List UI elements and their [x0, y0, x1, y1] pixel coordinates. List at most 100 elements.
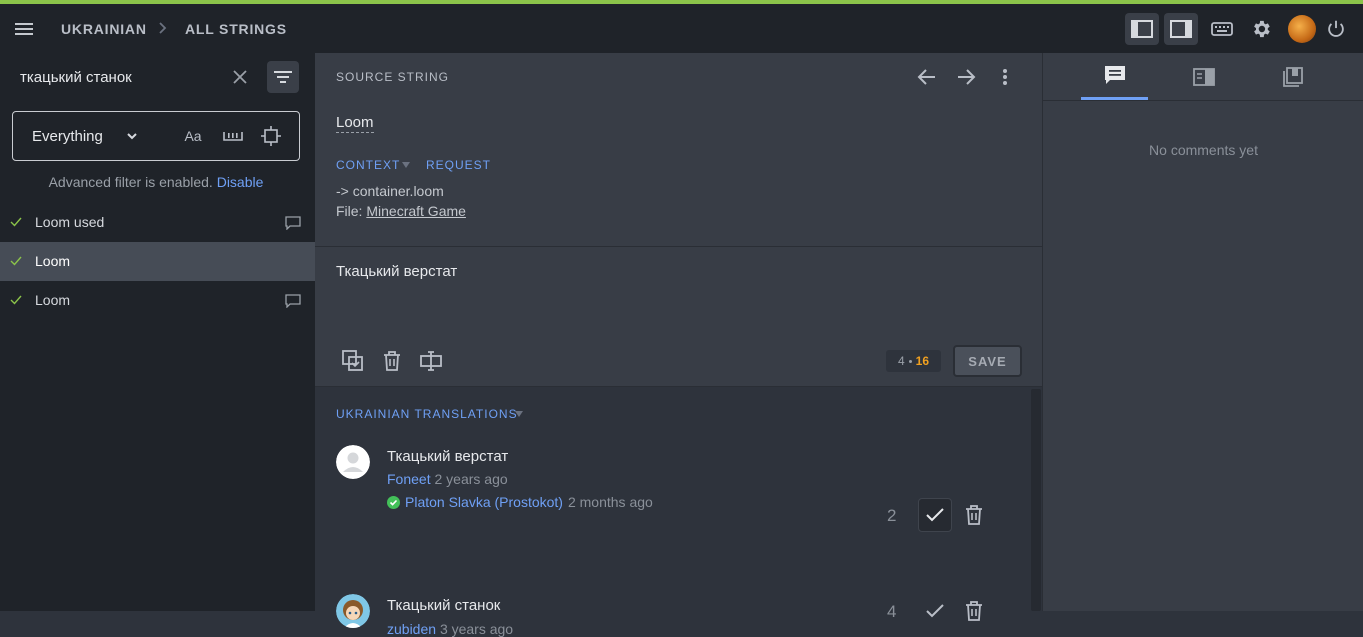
file-label: File: — [336, 203, 363, 219]
check-icon — [10, 254, 22, 266]
translation-input[interactable]: Ткацький верстат — [336, 263, 457, 280]
default-user-icon — [336, 445, 370, 479]
string-key: -> container.loom — [336, 183, 444, 199]
user-avatar-image — [336, 594, 370, 628]
tab-glossary[interactable] — [1170, 53, 1237, 100]
check-icon — [10, 293, 22, 305]
editor: SOURCE STRING Loom CONTEXT REQUEST -> co… — [315, 53, 1042, 637]
check-icon — [926, 508, 944, 522]
source-string-text: Loom — [336, 114, 374, 133]
keyboard-shortcuts-button[interactable] — [1205, 13, 1239, 45]
sidebar: ткацький станок Everything Aa Advanced f… — [0, 53, 315, 611]
tabs-divider — [1043, 100, 1363, 101]
arrow-left-icon[interactable] — [916, 67, 938, 87]
request-context-link[interactable]: REQUEST — [426, 158, 491, 172]
gear-icon — [1254, 20, 1270, 38]
match-case-button[interactable]: Aa — [181, 125, 205, 147]
breadcrumb-language[interactable]: UKRAINIAN — [61, 21, 147, 37]
more-vertical-icon[interactable] — [995, 67, 1017, 87]
filter-panel: Everything Aa — [12, 111, 300, 161]
caret-down-icon[interactable] — [515, 411, 523, 417]
comments-icon — [1104, 66, 1125, 84]
advanced-filter-text: Advanced filter is enabled. — [48, 174, 213, 190]
copy-source-icon[interactable] — [342, 350, 364, 372]
source-string-heading: SOURCE STRING — [336, 70, 450, 84]
breadcrumb-resource[interactable]: ALL STRINGS — [185, 21, 287, 37]
right-panel-icon — [1170, 20, 1192, 38]
translation-author: zubiden 3 years ago — [387, 621, 513, 637]
vote-count: 4 — [887, 602, 897, 621]
translations-history: UKRAINIAN TRANSLATIONS Ткацький верстат … — [315, 387, 1042, 637]
search-input[interactable]: ткацький станок — [20, 69, 132, 86]
settings-button[interactable] — [1244, 13, 1278, 45]
scrollbar-thumb[interactable] — [1031, 389, 1041, 611]
string-list-item-label: Loom — [35, 292, 71, 308]
trash-icon[interactable] — [381, 350, 403, 372]
side-panel: No comments yet — [1042, 53, 1363, 611]
vote-count: 2 — [887, 506, 897, 525]
tab-comments[interactable] — [1081, 53, 1148, 100]
author-link[interactable]: zubiden — [387, 621, 436, 637]
avatar — [336, 445, 370, 479]
author-link[interactable]: Foneet — [387, 471, 431, 487]
check-icon — [10, 215, 22, 227]
text-cursor-icon[interactable] — [420, 350, 442, 372]
tab-other-languages[interactable] — [1259, 53, 1326, 100]
string-list-item[interactable]: Loom — [0, 281, 315, 320]
trash-icon[interactable] — [963, 600, 985, 622]
filter-toggle-button[interactable] — [267, 61, 299, 93]
advanced-filter-notice: Advanced filter is enabled. Disable — [0, 174, 312, 190]
library-icon — [1282, 66, 1303, 87]
chevron-right-icon — [156, 20, 170, 36]
author-time: 3 years ago — [439, 621, 514, 637]
approve-button[interactable] — [918, 594, 952, 628]
disable-filter-link[interactable]: Disable — [217, 174, 264, 190]
glossary-icon — [1192, 67, 1215, 86]
left-panel-toggle-button[interactable] — [1125, 13, 1159, 45]
source-string-panel: SOURCE STRING Loom CONTEXT REQUEST -> co… — [315, 53, 1042, 247]
left-panel-icon — [1131, 20, 1153, 38]
counter-current: 4 — [897, 354, 905, 368]
menu-icon[interactable] — [12, 17, 36, 41]
save-button[interactable]: SAVE — [953, 345, 1022, 377]
approval-info: Platon Slavka (Prostokot) 2 months ago — [387, 494, 653, 510]
file-link[interactable]: Minecraft Game — [366, 203, 466, 219]
status-filter-select[interactable]: Everything — [32, 128, 103, 145]
string-file: File: Minecraft Game — [336, 203, 466, 219]
close-icon[interactable] — [230, 67, 250, 87]
whole-word-icon — [223, 132, 243, 141]
approval-time: 2 months ago — [567, 494, 653, 510]
translation-suggestion-text: Ткацький верстат — [387, 448, 509, 465]
user-avatar[interactable] — [1288, 15, 1316, 43]
sign-out-button[interactable] — [1319, 13, 1353, 45]
chevron-down-icon[interactable] — [125, 129, 139, 143]
empty-comments-text: No comments yet — [1149, 142, 1258, 158]
author-time: 2 years ago — [434, 471, 508, 487]
counter-max: 16 — [915, 354, 930, 368]
caret-down-icon[interactable] — [402, 162, 410, 168]
translation-editor: Ткацький верстат 4 16 SAVE — [315, 248, 1042, 387]
power-icon — [1328, 20, 1344, 37]
string-list-item-label: Loom used — [35, 214, 105, 230]
approver-link[interactable]: Platon Slavka (Prostokot) — [405, 494, 563, 510]
approve-button[interactable] — [918, 498, 952, 532]
comment-icon — [285, 216, 301, 231]
translation-author: Foneet 2 years ago — [387, 471, 508, 487]
translations-heading[interactable]: UKRAINIAN TRANSLATIONS — [336, 407, 518, 421]
top-bar: UKRAINIAN ALL STRINGS — [0, 4, 1363, 53]
character-counter: 4 16 — [886, 350, 941, 372]
avatar — [336, 594, 370, 628]
string-list-item[interactable]: Loom used — [0, 203, 315, 242]
arrow-right-icon[interactable] — [955, 67, 977, 87]
context-toggle[interactable]: CONTEXT — [336, 158, 400, 172]
right-panel-toggle-button[interactable] — [1164, 13, 1198, 45]
whole-word-button[interactable] — [221, 125, 245, 147]
search-scope-button[interactable] — [259, 125, 283, 147]
select-area-icon — [261, 126, 281, 146]
keyboard-icon — [1211, 22, 1233, 36]
translation-suggestion-text: Ткацький станок — [387, 597, 501, 614]
string-list-item-label: Loom — [35, 253, 71, 269]
approved-icon — [387, 495, 400, 509]
string-list-item[interactable]: Loom — [0, 242, 315, 281]
trash-icon[interactable] — [963, 504, 985, 526]
